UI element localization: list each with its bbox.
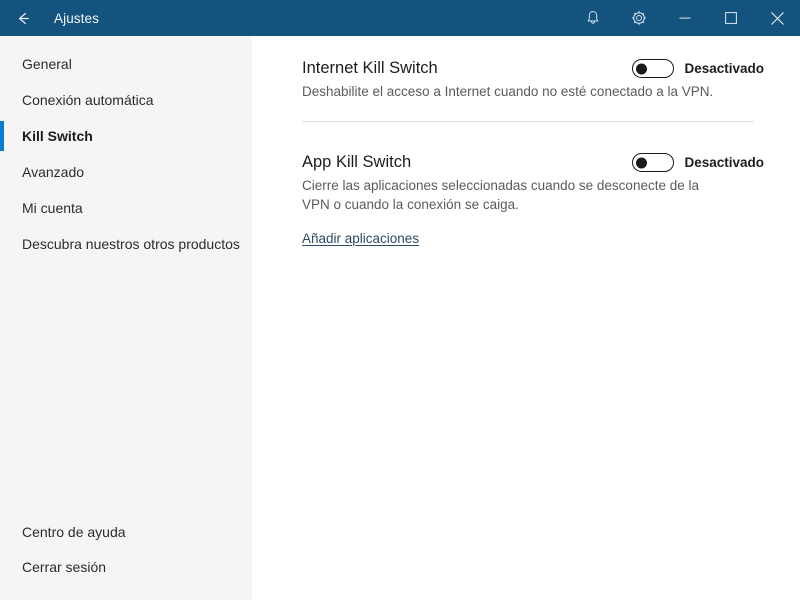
sidebar-item-advanced[interactable]: Avanzado (0, 154, 252, 190)
setting-description: Deshabilite el acceso a Internet cuando … (302, 84, 714, 99)
toggle-knob (636, 157, 648, 168)
minimize-button[interactable] (662, 0, 708, 36)
bell-icon (584, 9, 602, 27)
toggle-state-label: Desactivado (684, 155, 764, 170)
setting-header-row: App Kill Switch Desactivado (302, 150, 764, 173)
internet-kill-switch-toggle[interactable]: Desactivado (632, 56, 764, 78)
notifications-button[interactable] (570, 0, 616, 36)
sidebar-item-label: Avanzado (22, 164, 85, 180)
maximize-button[interactable] (708, 0, 754, 36)
setting-title: App Kill Switch (302, 153, 412, 171)
title-bar: Ajustes (0, 0, 800, 36)
settings-window: Ajustes General Conexión automática Kill… (0, 0, 800, 600)
sidebar: General Conexión automática Kill Switch … (0, 36, 252, 600)
sidebar-item-label: Mi cuenta (22, 200, 83, 216)
back-button[interactable] (0, 0, 46, 36)
minimize-icon (679, 12, 691, 24)
close-icon (770, 11, 784, 25)
sidebar-item-label: Centro de ayuda (22, 523, 126, 540)
toggle-knob (636, 63, 648, 74)
sidebar-item-my-account[interactable]: Mi cuenta (0, 190, 252, 226)
sidebar-item-auto-connect[interactable]: Conexión automática (0, 82, 252, 118)
sidebar-item-sign-out[interactable]: Cerrar sesión (0, 549, 252, 584)
sidebar-item-label: Kill Switch (22, 128, 93, 144)
sidebar-item-kill-switch[interactable]: Kill Switch (0, 118, 252, 154)
sidebar-item-other-products[interactable]: Descubra nuestros otros productos (0, 226, 252, 262)
setting-title: Internet Kill Switch (302, 59, 438, 77)
sidebar-nav-list: General Conexión automática Kill Switch … (0, 46, 252, 262)
back-arrow-icon (14, 9, 33, 28)
setting-header-row: Internet Kill Switch Desactivado (302, 56, 764, 79)
sidebar-item-help-center[interactable]: Centro de ayuda (0, 514, 252, 549)
app-kill-switch-toggle[interactable]: Desactivado (632, 150, 764, 172)
setting-internet-kill-switch: Internet Kill Switch Desactivado Deshabi… (302, 50, 764, 101)
gear-icon (630, 9, 648, 27)
setting-description: Cierre las aplicaciones seleccionadas cu… (302, 178, 699, 212)
setting-app-kill-switch: App Kill Switch Desactivado Cierre las a… (302, 144, 764, 248)
settings-button[interactable] (616, 0, 662, 36)
close-button[interactable] (754, 0, 800, 36)
toggle-track[interactable] (632, 153, 675, 172)
window-title: Ajustes (54, 10, 99, 26)
sidebar-item-label: Cerrar sesión (22, 558, 107, 575)
sidebar-item-label: General (22, 56, 72, 72)
sidebar-footer: Centro de ayuda Cerrar sesión (0, 514, 252, 584)
sidebar-item-label: Conexión automática (22, 92, 154, 108)
sidebar-item-label: Descubra nuestros otros productos (22, 236, 240, 252)
settings-content: Internet Kill Switch Desactivado Deshabi… (252, 36, 800, 600)
toggle-state-label: Desactivado (684, 61, 764, 76)
toggle-track[interactable] (632, 59, 675, 78)
add-applications-row: Añadir aplicaciones (302, 230, 764, 248)
body-area: General Conexión automática Kill Switch … (0, 36, 800, 600)
sidebar-item-general[interactable]: General (0, 46, 252, 82)
add-applications-link[interactable]: Añadir aplicaciones (302, 231, 419, 246)
maximize-icon (725, 12, 737, 24)
